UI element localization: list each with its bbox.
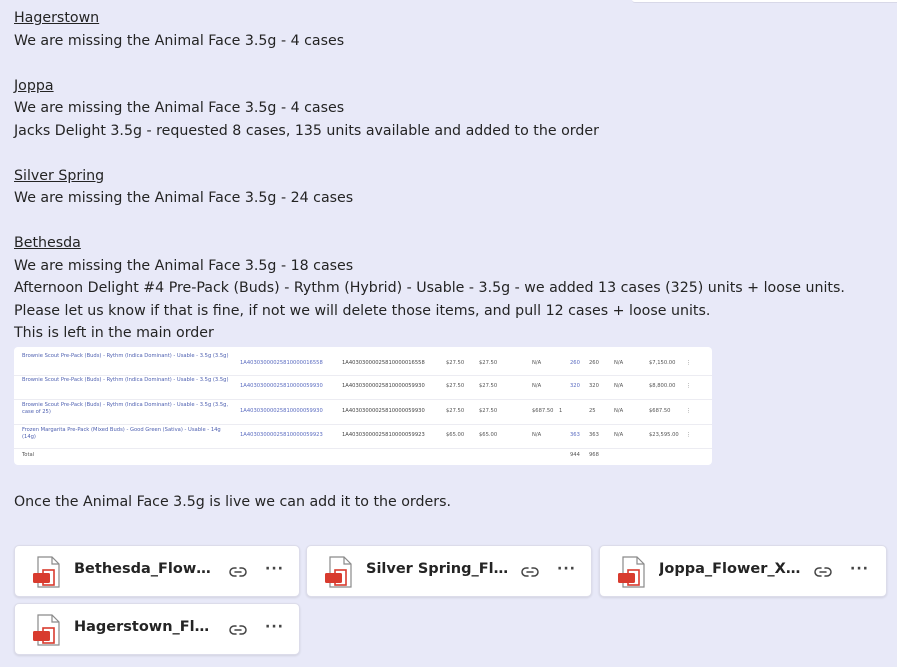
- total-cell: $7,150.00: [649, 360, 676, 366]
- product-cell: Brownie Scout Pre-Pack (Buds) - Rythm (I…: [22, 377, 229, 383]
- table-row: Brownie Scout Pre-Pack (Buds) - Rythm (I…: [14, 351, 712, 376]
- subtotal-cell: $687.50: [532, 408, 554, 414]
- more-options-icon[interactable]: ···: [265, 619, 284, 635]
- location-bethesda: Bethesda: [14, 235, 81, 251]
- row-menu-icon: ⋮: [686, 360, 692, 366]
- price-cell: $27.50: [446, 408, 465, 414]
- closing-line: Once the Animal Face 3.5g is live we can…: [14, 494, 451, 510]
- table-row: Brownie Scout Pre-Pack (Buds) - Rythm (I…: [14, 375, 712, 400]
- attachment-card-joppa[interactable]: Joppa_Flower_X 1.... ···: [599, 545, 887, 597]
- more-options-icon[interactable]: ···: [850, 561, 869, 577]
- total-label: Total: [22, 452, 35, 458]
- message-line: We are missing the Animal Face 3.5g - 4 …: [14, 100, 345, 116]
- price-cell: $65.00: [446, 432, 465, 438]
- na-cell: N/A: [614, 360, 624, 366]
- qty-link: 363: [570, 432, 580, 438]
- row-menu-icon: ⋮: [686, 408, 692, 414]
- message-line: We are missing the Animal Face 3.5g - 24…: [14, 190, 354, 206]
- product-cell: Brownie Scout Pre-Pack (Buds) - Rythm (I…: [22, 353, 229, 359]
- total-cell: $8,800.00: [649, 383, 676, 389]
- pdf-file-icon: [33, 556, 60, 588]
- top-edge-panel: [632, 0, 897, 3]
- qty-link: 320: [570, 383, 580, 389]
- qty-cell: 320: [589, 383, 599, 389]
- message-line: Jacks Delight 3.5g - requested 8 cases, …: [14, 122, 599, 139]
- na-cell: N/A: [614, 432, 624, 438]
- embedded-order-table-image: Brownie Scout Pre-Pack (Buds) - Rythm (I…: [14, 347, 712, 465]
- tag-cell: 1A40303000025810000059923: [342, 432, 425, 438]
- price-cell: $27.50: [479, 408, 498, 414]
- qty-link: 260: [570, 360, 580, 366]
- attachment-card-silver-spring[interactable]: Silver Spring_Flow... ···: [306, 545, 592, 597]
- tag-cell: 1A40303000025810000059930: [342, 408, 425, 414]
- location-hagerstown: Hagerstown: [14, 10, 100, 26]
- attachment-card-bethesda[interactable]: Bethesda_Flower_... ···: [14, 545, 300, 597]
- price-cell: $27.50: [479, 360, 498, 366]
- package-link: 1A40303000025810000059930: [240, 383, 323, 389]
- tag-cell: 1A40303000025810000016558: [342, 360, 425, 366]
- attachment-card-hagerstown[interactable]: Hagerstown_Flowe... ···: [14, 603, 300, 655]
- package-link: 1A40303000025810000059923: [240, 432, 323, 438]
- link-icon[interactable]: [229, 621, 247, 639]
- row-menu-icon: ⋮: [686, 383, 692, 389]
- more-options-icon[interactable]: ···: [265, 561, 284, 577]
- table-row: Frozen Margarita Pre-Pack (Mixed Buds) -…: [14, 424, 712, 449]
- price-cell: $27.50: [479, 383, 498, 389]
- attachment-name: Silver Spring_Flow...: [366, 561, 509, 577]
- total-cell: $687.50: [649, 408, 671, 414]
- na-cell: N/A: [614, 408, 624, 414]
- attachment-name: Bethesda_Flower_...: [74, 561, 217, 577]
- na-cell: N/A: [532, 432, 542, 438]
- location-silver-spring: Silver Spring: [14, 167, 105, 184]
- pdf-file-icon: [325, 556, 352, 588]
- total-cell: $23,595.00: [649, 432, 679, 438]
- qty-cell: 25: [589, 408, 596, 414]
- more-options-icon[interactable]: ···: [557, 561, 576, 577]
- pdf-file-icon: [618, 556, 645, 588]
- table-total-row: Total 944 968: [14, 448, 712, 464]
- na-cell: N/A: [532, 360, 542, 366]
- location-joppa: Joppa: [14, 77, 54, 94]
- pdf-file-icon: [33, 614, 60, 646]
- tag-cell: 1A40303000025810000059930: [342, 383, 425, 389]
- link-icon[interactable]: [229, 563, 247, 581]
- product-cell: Brownie Scout Pre-Pack (Buds) - Rythm (I…: [22, 402, 229, 415]
- package-link: 1A40303000025810000059930: [240, 408, 323, 414]
- price-cell: $65.00: [479, 432, 498, 438]
- link-icon[interactable]: [814, 563, 832, 581]
- price-cell: $27.50: [446, 360, 465, 366]
- qty-cell: 260: [589, 360, 599, 366]
- row-menu-icon: ⋮: [686, 432, 692, 438]
- table-row: Brownie Scout Pre-Pack (Buds) - Rythm (I…: [14, 399, 712, 425]
- package-link: 1A40303000025810000016558: [240, 360, 323, 366]
- message-line: Afternoon Delight #4 Pre-Pack (Buds) - R…: [14, 280, 845, 319]
- message-line: We are missing the Animal Face 3.5g - 18…: [14, 257, 354, 274]
- total-qty-link: 944: [570, 452, 580, 458]
- na-cell: N/A: [532, 383, 542, 389]
- link-icon[interactable]: [521, 563, 539, 581]
- attachment-name: Hagerstown_Flowe...: [74, 619, 217, 635]
- total-qty: 968: [589, 452, 599, 458]
- product-cell: Frozen Margarita Pre-Pack (Mixed Buds) -…: [22, 427, 221, 440]
- message-line: We are missing the Animal Face 3.5g - 4 …: [14, 32, 345, 49]
- qty-cell: 363: [589, 432, 599, 438]
- discount-cell: 1: [559, 408, 563, 414]
- message-body: Hagerstown We are missing the Animal Fac…: [14, 7, 894, 345]
- na-cell: N/A: [614, 383, 624, 389]
- price-cell: $27.50: [446, 383, 465, 389]
- message-line: This is left in the main order: [14, 325, 214, 341]
- attachment-name: Joppa_Flower_X 1....: [659, 561, 802, 577]
